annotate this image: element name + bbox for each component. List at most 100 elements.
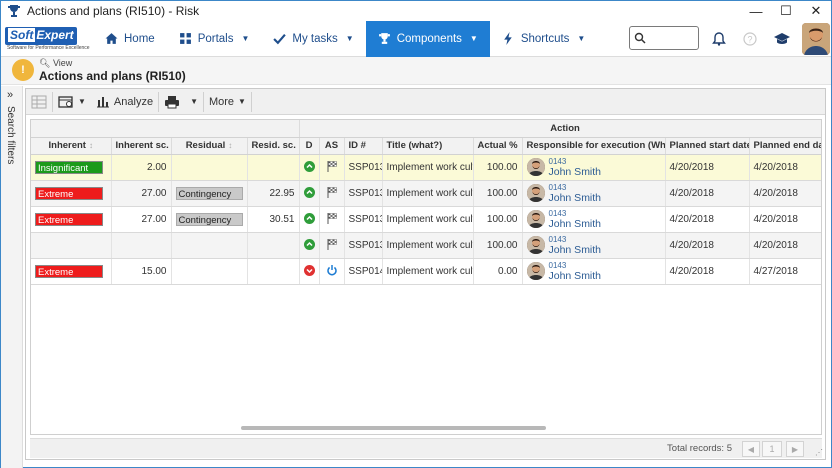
column-header[interactable]: Planned start date	[665, 137, 750, 155]
more-menu-button[interactable]: More ▼	[204, 89, 251, 115]
close-button[interactable]: ✕	[801, 1, 831, 21]
nav-home[interactable]: Home	[93, 21, 167, 57]
column-header[interactable]: Inherent ↕	[31, 137, 112, 155]
page-number[interactable]: 1	[762, 441, 782, 457]
column-header[interactable]: Title (what?)	[382, 137, 474, 155]
analyze-button[interactable]: Analyze	[91, 89, 158, 115]
prev-page-button[interactable]: ◀	[742, 441, 760, 457]
column-header[interactable]: Resid. sc.↕	[247, 137, 300, 155]
action-id: SSP013	[348, 187, 382, 199]
column-header[interactable]: Residual ↕	[171, 137, 248, 155]
action-id: SSP014	[348, 265, 382, 277]
checkered-flag-icon	[326, 238, 338, 253]
column-header[interactable]: Planned end date	[749, 137, 821, 155]
user-name[interactable]: John Smith	[549, 270, 602, 282]
planned-start-date: 4/20/2018	[669, 187, 715, 199]
user-name[interactable]: John Smith	[549, 166, 602, 178]
actual-cell: 100.00	[473, 180, 523, 207]
user-name[interactable]: John Smith	[549, 244, 602, 256]
main-content: ▼ Analyze ▼ More ▼ Action Inherent ↕ Inh…	[25, 88, 826, 460]
minimize-button[interactable]: —	[741, 1, 771, 21]
column-header-label: Resid. sc.	[251, 140, 296, 151]
svg-text:?: ?	[747, 35, 752, 45]
search-input[interactable]	[629, 26, 699, 50]
breadcrumb: 🔍︎ View	[39, 58, 73, 68]
inherent-score: 2.00	[147, 161, 167, 173]
planned-start-date: 4/20/2018	[669, 213, 715, 225]
user-name[interactable]: John Smith	[549, 192, 602, 204]
expand-chevron-icon[interactable]: »	[7, 89, 13, 101]
on-time-up-icon	[303, 239, 315, 251]
caret-down-icon: ▼	[238, 97, 246, 106]
id-cell: SSP013	[344, 180, 383, 207]
horizontal-scrollbar[interactable]	[241, 426, 546, 430]
inherent-badge: Extreme	[35, 186, 103, 200]
column-header[interactable]: Inherent sc.↕	[111, 137, 172, 155]
search-icon	[634, 32, 646, 44]
analyze-label: Analyze	[113, 95, 154, 108]
title-cell: Implement work culture	[382, 154, 474, 181]
resize-grip-icon[interactable]: ⋰	[815, 448, 823, 457]
table-row[interactable]: Extreme 15.00 SSP014 Implement work culture…	[31, 258, 821, 285]
inherent-badge: Insignificant	[35, 160, 103, 174]
action-id: SSP013	[348, 213, 382, 225]
column-header[interactable]: AS	[319, 137, 345, 155]
app-window: Actions and plans (RI510) - Risk — ☐ ✕ S…	[0, 0, 832, 468]
action-title: Implement work culture	[386, 239, 473, 251]
planned-start-cell: 4/20/2018	[665, 206, 750, 233]
table-row[interactable]: Insignificant 2.00 SSP013 Implement work cu…	[31, 154, 821, 181]
nav-shortcuts[interactable]: Shortcuts ▼	[490, 21, 598, 57]
warning-icon: !	[12, 59, 34, 81]
avatar	[526, 236, 545, 254]
residual-badge: Contingency	[175, 212, 243, 226]
avatar	[526, 210, 545, 228]
bell-icon[interactable]	[710, 30, 728, 48]
column-header-label: Residual	[185, 140, 226, 151]
deadline-cell	[299, 180, 320, 207]
column-header[interactable]: ID #	[344, 137, 383, 155]
maximize-button[interactable]: ☐	[771, 1, 801, 21]
caret-down-icon: ▼	[345, 34, 354, 43]
title-cell: Implement work culture	[382, 180, 474, 207]
search-filters-label: Search filters	[5, 106, 16, 165]
table-row[interactable]: Extreme 27.00 Contingency 30.51 SSP013 Implem…	[31, 206, 821, 233]
nav-my-tasks[interactable]: My tasks ▼	[261, 21, 365, 57]
help-icon[interactable]: ?	[741, 30, 759, 48]
softexpert-logo[interactable]: Soft Expert Software for Performance Exce…	[5, 26, 90, 51]
responsible-user[interactable]: 0143 John Smith	[526, 208, 661, 230]
actual-percent: 100.00	[486, 239, 518, 251]
planned-end-cell: 4/20/2018	[749, 154, 821, 181]
list-view-button[interactable]	[26, 89, 52, 115]
user-code: 0143	[548, 260, 567, 270]
action-id: SSP013	[348, 161, 382, 173]
planned-end-date: 4/27/2018	[753, 265, 799, 277]
column-header[interactable]: Responsible for execution (Who?)	[522, 137, 666, 155]
responsible-user[interactable]: 0143 John Smith	[526, 157, 661, 178]
table-row[interactable]: SSP013 Implement work culture 100.00 0143Jo…	[31, 232, 821, 259]
view-options-button[interactable]: ▼	[53, 89, 91, 115]
column-header[interactable]: D	[299, 137, 320, 155]
sort-icon[interactable]: ↕	[228, 141, 232, 150]
id-cell: SSP013	[344, 232, 383, 259]
responsible-user[interactable]: 0143 John Smith	[526, 260, 661, 282]
planned-end-date: 4/20/2018	[753, 187, 799, 199]
search-filters-panel[interactable]: » Search filters	[1, 86, 23, 468]
title-cell: Implement work culture	[382, 232, 474, 259]
print-button[interactable]: ▼	[159, 89, 203, 115]
sort-icon[interactable]: ↕	[89, 141, 93, 150]
user-avatar[interactable]	[802, 23, 830, 55]
user-name[interactable]: John Smith	[549, 218, 602, 230]
graduation-cap-icon[interactable]	[773, 30, 791, 48]
nav-portals[interactable]: Portals ▼	[167, 21, 262, 57]
id-cell: SSP013	[344, 206, 383, 233]
table-row[interactable]: Extreme 27.00 Contingency 22.95 SSP013 Implem…	[31, 180, 821, 207]
logo-text-a: Soft	[8, 27, 36, 42]
column-header[interactable]: Actual %	[473, 137, 523, 155]
deadline-cell	[299, 206, 320, 233]
inherent-score-cell: 2.00	[111, 154, 172, 181]
user-code: 0143	[548, 208, 567, 218]
next-page-button[interactable]: ▶	[786, 441, 804, 457]
responsible-user[interactable]: 0143 John Smith	[526, 235, 661, 256]
nav-components[interactable]: Components ▼	[365, 20, 490, 57]
responsible-user[interactable]: 0143 John Smith	[526, 183, 661, 204]
